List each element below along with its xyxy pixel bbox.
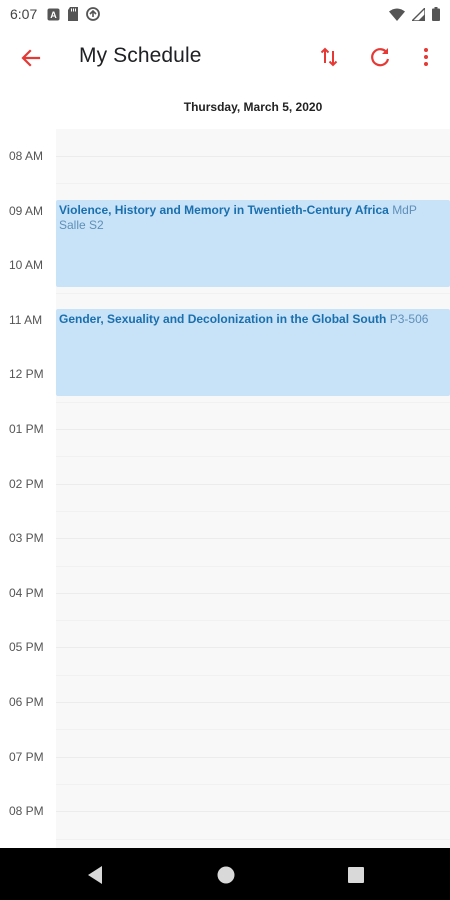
status-time: 6:07 [10, 6, 38, 22]
time-label: 06 PM [9, 695, 44, 709]
time-label: 11 AM [9, 312, 43, 327]
app-bar: My Schedule [0, 28, 450, 86]
nav-recents-button[interactable] [345, 864, 367, 886]
nav-home-button[interactable] [215, 864, 237, 886]
half-hour-gridline [56, 456, 450, 458]
hour-gridline [56, 156, 450, 157]
hour-gridline [56, 647, 450, 649]
half-hour-gridline [56, 838, 450, 840]
hour-gridline [56, 592, 450, 594]
sd-card-icon [67, 7, 79, 21]
half-hour-gridline [56, 183, 450, 185]
home-circle-icon [217, 866, 235, 884]
battery-icon [432, 7, 440, 21]
arrow-left-icon [21, 49, 41, 67]
schedule-event[interactable]: Gender, Sexuality and Decolonization in … [56, 308, 450, 397]
sort-icon [320, 47, 338, 67]
sync-icon [86, 7, 101, 21]
hour-gridline [56, 429, 450, 430]
schedule-event[interactable]: Violence, History and Memory in Twentiet… [56, 199, 450, 288]
time-label: 02 PM [9, 476, 44, 491]
time-label: 08 AM [9, 149, 44, 163]
schedule-grid[interactable]: 08 AM 09 AM 10 AM 11 AM 12 PM 01 PM 02 PM 03 PM… [0, 129, 450, 849]
half-hour-gridline [56, 292, 450, 294]
half-hour-gridline [56, 401, 450, 403]
recents-square-icon [348, 867, 364, 883]
event-title: Gender, Sexuality and Decolonization in … [59, 311, 387, 326]
half-hour-gridline [56, 620, 450, 622]
hour-gridline [56, 483, 450, 485]
time-label: 07 PM [9, 749, 44, 764]
svg-text:A: A [51, 10, 58, 20]
hour-gridline [56, 756, 450, 758]
more-vert-icon [424, 48, 428, 66]
status-right [389, 7, 440, 21]
status-left: 6:07 A [10, 6, 101, 22]
time-label: 10 AM [9, 258, 44, 273]
half-hour-gridline [56, 729, 450, 731]
system-nav-bar [0, 848, 450, 900]
hour-gridline [56, 811, 450, 813]
time-label: 05 PM [9, 640, 44, 655]
nav-back-button[interactable] [85, 864, 107, 886]
time-label: 01 PM [9, 422, 44, 436]
half-hour-gridline [56, 565, 450, 567]
back-button[interactable] [16, 43, 46, 73]
half-hour-gridline [56, 510, 450, 512]
wifi-icon [389, 8, 405, 21]
page-title: My Schedule [79, 44, 202, 67]
time-label: 08 PM [9, 804, 44, 819]
refresh-icon [371, 48, 390, 67]
back-triangle-icon [88, 866, 102, 884]
time-label: 03 PM [9, 531, 44, 546]
refresh-button[interactable] [366, 43, 394, 71]
date-header: Thursday, March 5, 2020 [183, 100, 323, 114]
hour-gridline [56, 702, 450, 703]
cell-signal-icon [412, 7, 425, 21]
status-bar: 6:07 A [0, 0, 450, 28]
event-room: P3-506 [389, 311, 429, 326]
time-label: 04 PM [9, 585, 44, 600]
sort-button[interactable] [315, 43, 343, 71]
hour-gridline [56, 538, 450, 540]
half-hour-gridline [56, 674, 450, 676]
notification-a-icon: A [47, 8, 60, 21]
half-hour-gridline [56, 783, 450, 785]
more-options-button[interactable] [412, 43, 440, 71]
event-title: Violence, History and Memory in Twentiet… [59, 202, 389, 217]
time-label: 12 PM [9, 367, 44, 382]
time-label: 09 AM [9, 203, 44, 218]
